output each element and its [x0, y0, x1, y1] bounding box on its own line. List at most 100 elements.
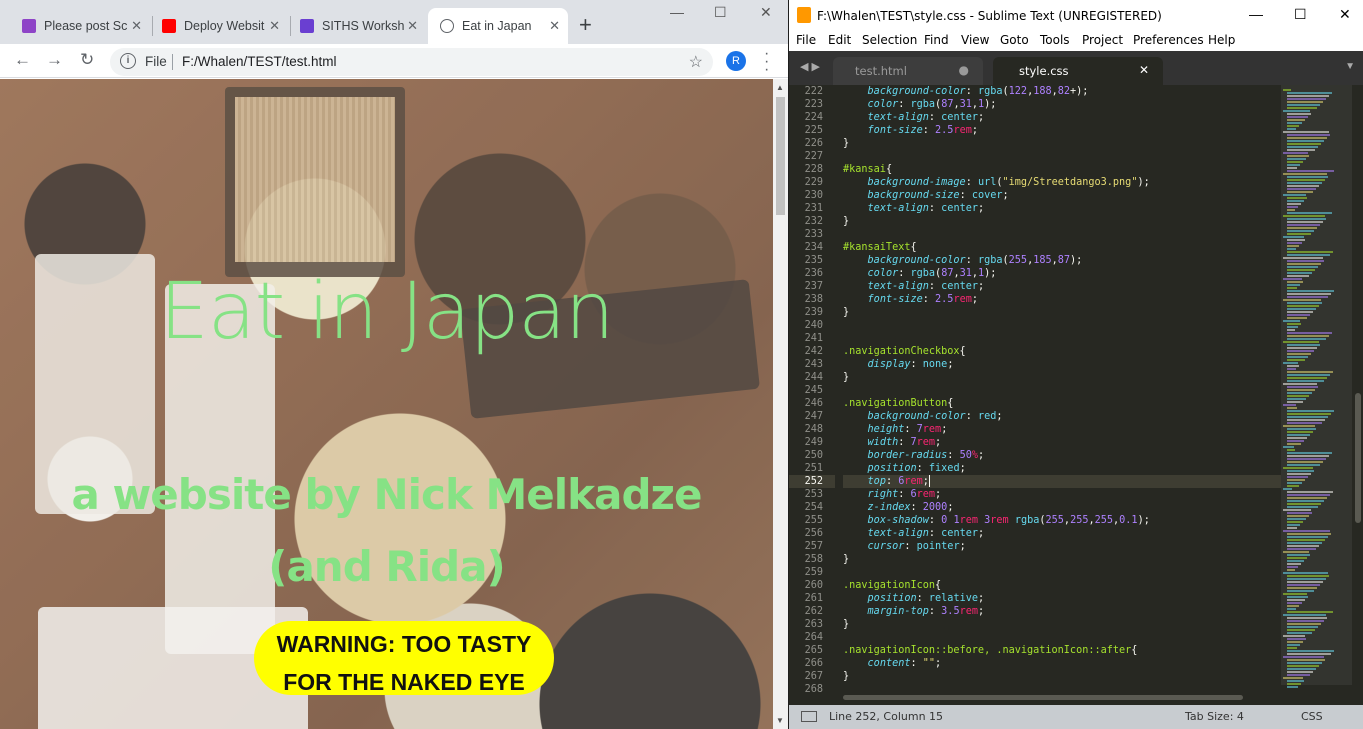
- code-line[interactable]: color: rgba(87,31,1);: [843, 98, 1281, 111]
- editor-tab-test-html[interactable]: test.html ●: [833, 57, 983, 85]
- chrome-tab-3[interactable]: SITHS Worksh ✕: [290, 8, 426, 44]
- syntax-mode[interactable]: CSS: [1301, 710, 1323, 723]
- code-line[interactable]: }: [843, 553, 1281, 566]
- editor-horizontal-scrollbar[interactable]: [833, 694, 1353, 702]
- code-line[interactable]: position: fixed;: [843, 462, 1281, 475]
- code-line[interactable]: text-align: center;: [843, 202, 1281, 215]
- page-scrollbar[interactable]: ▲ ▼: [773, 79, 788, 729]
- code-line[interactable]: height: 7rem;: [843, 423, 1281, 436]
- minimap[interactable]: [1281, 85, 1353, 695]
- scroll-down-icon[interactable]: ▼: [776, 716, 784, 725]
- panel-switcher-icon[interactable]: [801, 711, 817, 722]
- scrollbar-thumb[interactable]: [1355, 393, 1361, 523]
- code-line[interactable]: font-size: 2.5rem;: [843, 293, 1281, 306]
- menu-help[interactable]: Help: [1208, 33, 1235, 47]
- code-line[interactable]: text-align: center;: [843, 280, 1281, 293]
- chrome-tab-2[interactable]: Deploy Websit ✕: [152, 8, 288, 44]
- menu-view[interactable]: View: [961, 33, 989, 47]
- minimap-viewport[interactable]: [1281, 85, 1353, 685]
- code-editor[interactable]: background-color: rgba(122,188,82+); col…: [843, 85, 1281, 705]
- code-line[interactable]: [843, 332, 1281, 345]
- code-line[interactable]: color: rgba(87,31,1);: [843, 267, 1281, 280]
- reload-button[interactable]: ↻: [80, 50, 94, 70]
- code-line[interactable]: .navigationIcon{: [843, 579, 1281, 592]
- tab-dropdown-icon[interactable]: ▼: [1345, 61, 1355, 72]
- tab-size[interactable]: Tab Size: 4: [1185, 710, 1244, 723]
- code-line[interactable]: cursor: pointer;: [843, 540, 1281, 553]
- code-line[interactable]: background-size: cover;: [843, 189, 1281, 202]
- menu-file[interactable]: File: [796, 33, 816, 47]
- code-line[interactable]: display: none;: [843, 358, 1281, 371]
- code-line[interactable]: }: [843, 371, 1281, 384]
- code-line[interactable]: [843, 150, 1281, 163]
- code-line[interactable]: background-color: rgba(122,188,82+);: [843, 85, 1281, 98]
- code-line[interactable]: content: "";: [843, 657, 1281, 670]
- address-bar[interactable]: i File F:/Whalen/TEST/test.html ☆: [110, 48, 713, 76]
- code-line[interactable]: margin-top: 3.5rem;: [843, 605, 1281, 618]
- menu-tools[interactable]: Tools: [1040, 33, 1070, 47]
- minimize-button[interactable]: —: [1249, 6, 1263, 22]
- profile-avatar[interactable]: R: [726, 51, 746, 71]
- code-line[interactable]: }: [843, 618, 1281, 631]
- code-line[interactable]: z-index: 2000;: [843, 501, 1281, 514]
- menu-find[interactable]: Find: [924, 33, 949, 47]
- close-window-button[interactable]: ✕: [1339, 6, 1351, 23]
- close-icon[interactable]: ✕: [131, 18, 142, 34]
- chrome-tab-active[interactable]: Eat in Japan ✕: [428, 8, 568, 44]
- menu-selection[interactable]: Selection: [862, 33, 917, 47]
- code-line[interactable]: }: [843, 137, 1281, 150]
- code-line[interactable]: [843, 384, 1281, 397]
- code-line[interactable]: }: [843, 306, 1281, 319]
- url-text[interactable]: F:/Whalen/TEST/test.html: [182, 54, 337, 69]
- code-line[interactable]: [843, 319, 1281, 332]
- code-line[interactable]: .navigationIcon::before, .navigationIcon…: [843, 644, 1281, 657]
- code-line[interactable]: position: relative;: [843, 592, 1281, 605]
- back-button[interactable]: ←: [14, 50, 31, 70]
- forward-button[interactable]: →: [46, 50, 63, 70]
- code-line[interactable]: font-size: 2.5rem;: [843, 124, 1281, 137]
- code-line[interactable]: border-radius: 50%;: [843, 449, 1281, 462]
- code-line[interactable]: background-color: red;: [843, 410, 1281, 423]
- close-icon[interactable]: ✕: [269, 18, 280, 34]
- code-line[interactable]: .navigationButton{: [843, 397, 1281, 410]
- menu-preferences[interactable]: Preferences: [1133, 33, 1204, 47]
- code-line[interactable]: background-color: rgba(255,185,87);: [843, 254, 1281, 267]
- code-line[interactable]: }: [843, 670, 1281, 683]
- code-line[interactable]: [843, 228, 1281, 241]
- bookmark-star-icon[interactable]: ☆: [689, 52, 703, 72]
- editor-scrollbar[interactable]: [1352, 85, 1363, 695]
- menu-edit[interactable]: Edit: [828, 33, 851, 47]
- code-line[interactable]: .navigationCheckbox{: [843, 345, 1281, 358]
- info-icon[interactable]: i: [120, 53, 136, 69]
- code-line[interactable]: #kansai{: [843, 163, 1281, 176]
- code-line[interactable]: right: 6rem;: [843, 488, 1281, 501]
- close-icon[interactable]: ✕: [407, 18, 418, 34]
- minimize-button[interactable]: —: [670, 4, 684, 20]
- code-line[interactable]: text-align: center;: [843, 111, 1281, 124]
- code-line[interactable]: width: 7rem;: [843, 436, 1281, 449]
- menu-project[interactable]: Project: [1082, 33, 1123, 47]
- close-icon[interactable]: ✕: [1139, 63, 1149, 77]
- unsaved-dot-icon[interactable]: ●: [959, 63, 969, 77]
- code-line[interactable]: [843, 566, 1281, 579]
- scroll-up-icon[interactable]: ▲: [776, 83, 784, 92]
- code-line[interactable]: text-align: center;: [843, 527, 1281, 540]
- code-line[interactable]: }: [843, 215, 1281, 228]
- scrollbar-thumb[interactable]: [843, 695, 1243, 700]
- menu-goto[interactable]: Goto: [1000, 33, 1029, 47]
- new-tab-button[interactable]: +: [579, 12, 592, 38]
- editor-tab-style-css[interactable]: style.css ✕: [993, 57, 1163, 85]
- maximize-button[interactable]: ☐: [714, 4, 727, 21]
- chrome-tab-1[interactable]: Please post Sc ✕: [10, 8, 150, 44]
- code-line[interactable]: top: 6rem;: [843, 475, 1281, 488]
- code-line[interactable]: #kansaiText{: [843, 241, 1281, 254]
- maximize-button[interactable]: ☐: [1294, 6, 1307, 23]
- code-line[interactable]: box-shadow: 0 1rem 3rem rgba(255,255,255…: [843, 514, 1281, 527]
- close-window-button[interactable]: ✕: [760, 4, 772, 21]
- code-line[interactable]: [843, 631, 1281, 644]
- close-icon[interactable]: ✕: [549, 18, 560, 34]
- code-line[interactable]: background-image: url("img/Streetdango3.…: [843, 176, 1281, 189]
- chrome-menu-button[interactable]: · · ·: [764, 46, 769, 78]
- tab-nav-arrows-icon[interactable]: ◀ ▶: [800, 60, 820, 73]
- scrollbar-thumb[interactable]: [776, 97, 785, 215]
